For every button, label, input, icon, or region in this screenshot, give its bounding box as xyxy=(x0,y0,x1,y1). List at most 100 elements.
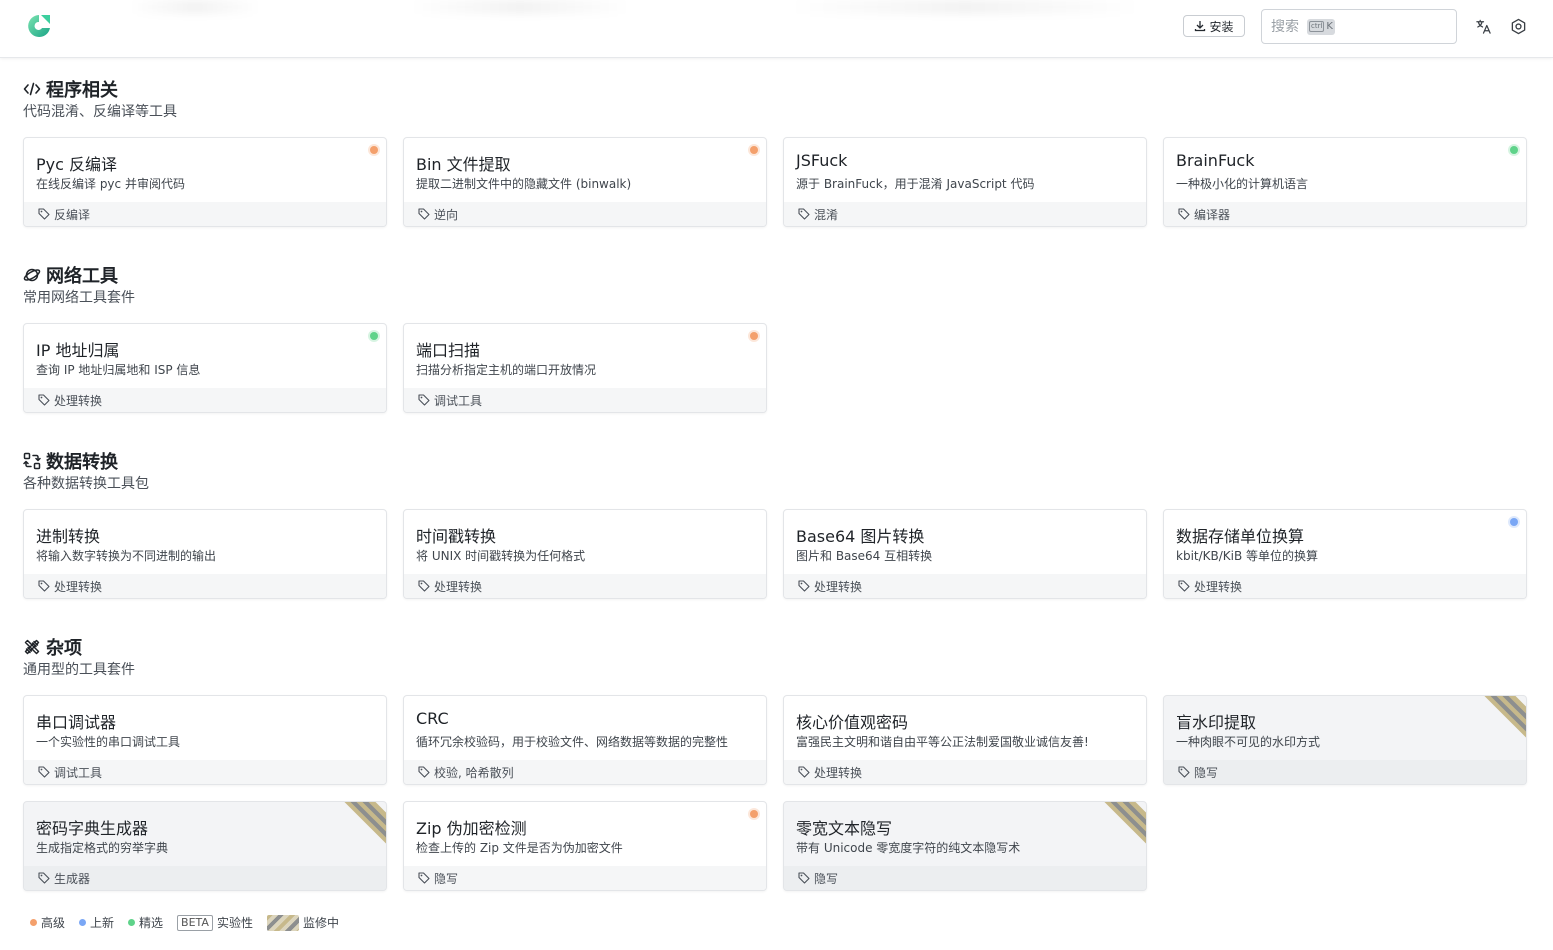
monitoring-stripe xyxy=(344,802,386,844)
nav-placeholder xyxy=(790,0,1140,14)
tag-icon xyxy=(418,394,430,406)
tool-card-crc[interactable]: CRC 循环冗余校验码，用于校验文件、网络数据等数据的完整性 校验, 哈希散列 xyxy=(403,695,767,785)
card-desc: 带有 Unicode 零宽度字符的纯文本隐写术 xyxy=(796,841,1021,855)
tag-icon xyxy=(1178,208,1190,220)
card-title: 密码字典生成器 xyxy=(36,819,149,838)
tool-card-storage-unit[interactable]: 数据存储单位换算 kbit/KB/KiB 等单位的换算 处理转换 xyxy=(1163,509,1527,599)
translate-icon[interactable] xyxy=(1474,17,1492,35)
install-button[interactable]: 安装 xyxy=(1183,15,1245,37)
section-title-misc: 杂项 xyxy=(23,634,82,660)
planet-icon xyxy=(23,268,41,282)
new-dot xyxy=(1510,518,1518,526)
card-tags: 隐写 xyxy=(1164,760,1526,784)
legend-monitoring: 监修中 xyxy=(266,914,339,931)
card-title: 零宽文本隐写 xyxy=(796,819,893,838)
card-desc: 在线反编译 pyc 并审阅代码 xyxy=(36,177,185,191)
monitoring-stripe xyxy=(1104,802,1146,844)
tool-card-blind-watermark[interactable]: 盲水印提取 一种肉眼不可见的水印方式 隐写 xyxy=(1163,695,1527,785)
card-tags: 处理转换 xyxy=(24,574,386,598)
tag-icon xyxy=(798,766,810,778)
download-icon xyxy=(1195,21,1206,32)
card-title: BrainFuck xyxy=(1176,151,1255,170)
card-title: 核心价值观密码 xyxy=(796,713,909,732)
nav-placeholder xyxy=(410,0,630,14)
tag-icon xyxy=(38,872,50,884)
card-title: 串口调试器 xyxy=(36,713,117,732)
tag-icon xyxy=(418,208,430,220)
section-title-program: 程序相关 xyxy=(23,76,118,102)
card-tags: 处理转换 xyxy=(24,388,386,412)
card-desc: kbit/KB/KiB 等单位的换算 xyxy=(1176,549,1319,563)
section-title-network: 网络工具 xyxy=(23,262,118,288)
convert-icon xyxy=(23,452,41,470)
card-tags: 隐写 xyxy=(404,866,766,890)
tool-card-core-values[interactable]: 核心价值观密码 富强民主文明和谐自由平等公正法制爱国敬业诚信友善! 处理转换 xyxy=(783,695,1147,785)
card-tags: 隐写 xyxy=(784,866,1146,890)
card-desc: 富强民主文明和谐自由平等公正法制爱国敬业诚信友善! xyxy=(796,735,1089,749)
legend-advanced: 高级 xyxy=(30,914,65,931)
tag-icon xyxy=(38,394,50,406)
search-shortcut: ctrl K xyxy=(1307,18,1335,35)
search-box[interactable]: ctrl K xyxy=(1261,9,1457,44)
beta-badge: BETA xyxy=(177,914,213,931)
card-title: Base64 图片转换 xyxy=(796,527,925,546)
card-desc: 源于 BrainFuck，用于混淆 JavaScript 代码 xyxy=(796,177,1035,191)
card-title: 时间戳转换 xyxy=(416,527,497,546)
card-desc: 将输入数字转换为不同进制的输出 xyxy=(36,549,217,563)
card-tags: 校验, 哈希散列 xyxy=(404,760,766,784)
featured-dot xyxy=(1510,146,1518,154)
top-header: 安装 ctrl K xyxy=(0,0,1553,58)
advanced-dot xyxy=(370,146,378,154)
tool-card-portscan[interactable]: 端口扫描 扫描分析指定主机的端口开放情况 调试工具 xyxy=(403,323,767,413)
tag-icon xyxy=(1178,766,1190,778)
search-input[interactable] xyxy=(1271,18,1303,35)
tag-icon xyxy=(798,208,810,220)
card-tags: 处理转换 xyxy=(404,574,766,598)
k-key: K xyxy=(1326,21,1333,32)
tool-card-pyc[interactable]: Pyc 反编译 在线反编译 pyc 并审阅代码 反编译 xyxy=(23,137,387,227)
legend-beta: BETA 实验性 xyxy=(177,914,253,931)
tool-card-brainfuck[interactable]: BrainFuck 一种极小化的计算机语言 编译器 xyxy=(1163,137,1527,227)
card-desc: 一个实验性的串口调试工具 xyxy=(36,735,181,749)
tag-icon xyxy=(418,766,430,778)
install-label: 安装 xyxy=(1209,19,1234,34)
tool-card-serial[interactable]: 串口调试器 一个实验性的串口调试工具 调试工具 xyxy=(23,695,387,785)
card-desc: 循环冗余校验码，用于校验文件、网络数据等数据的完整性 xyxy=(416,735,729,749)
tool-card-timestamp[interactable]: 时间戳转换 将 UNIX 时间戳转换为任何格式 处理转换 xyxy=(403,509,767,599)
tool-card-jsfuck[interactable]: JSFuck 源于 BrainFuck，用于混淆 JavaScript 代码 混… xyxy=(783,137,1147,227)
advanced-dot xyxy=(750,146,758,154)
card-tags: 调试工具 xyxy=(24,760,386,784)
card-title: 端口扫描 xyxy=(416,341,481,360)
nav-placeholder xyxy=(130,0,260,14)
section-subtitle: 通用型的工具套件 xyxy=(23,662,135,678)
tag-icon xyxy=(418,580,430,592)
card-title: JSFuck xyxy=(796,151,848,170)
advanced-dot xyxy=(750,810,758,818)
tag-icon xyxy=(1178,580,1190,592)
card-title: Zip 伪加密检测 xyxy=(416,819,527,838)
tool-card-dict-gen[interactable]: 密码字典生成器 生成指定格式的穷举字典 生成器 xyxy=(23,801,387,891)
card-desc: 查询 IP 地址归属地和 ISP 信息 xyxy=(36,363,201,377)
card-tags: 处理转换 xyxy=(1164,574,1526,598)
card-tags: 混淆 xyxy=(784,202,1146,226)
tool-card-ip[interactable]: IP 地址归属 查询 IP 地址归属地和 ISP 信息 处理转换 xyxy=(23,323,387,413)
legend-new: 上新 xyxy=(79,914,114,931)
tool-card-zip-pseudo[interactable]: Zip 伪加密检测 检查上传的 Zip 文件是否为伪加密文件 隐写 xyxy=(403,801,767,891)
code-icon xyxy=(23,82,41,96)
ctrl-key: ctrl xyxy=(1309,21,1325,32)
card-title: Pyc 反编译 xyxy=(36,155,118,174)
card-desc: 图片和 Base64 互相转换 xyxy=(796,549,933,563)
settings-icon[interactable] xyxy=(1509,17,1527,35)
card-title: 盲水印提取 xyxy=(1176,713,1257,732)
tool-card-radix[interactable]: 进制转换 将输入数字转换为不同进制的输出 处理转换 xyxy=(23,509,387,599)
card-desc: 一种极小化的计算机语言 xyxy=(1176,177,1309,191)
card-desc: 将 UNIX 时间戳转换为任何格式 xyxy=(416,549,586,563)
tool-card-base64-image[interactable]: Base64 图片转换 图片和 Base64 互相转换 处理转换 xyxy=(783,509,1147,599)
section-title-data: 数据转换 xyxy=(23,448,118,474)
tool-card-bin[interactable]: Bin 文件提取 提取二进制文件中的隐藏文件 (binwalk) 逆向 xyxy=(403,137,767,227)
card-tags: 逆向 xyxy=(404,202,766,226)
card-tags: 处理转换 xyxy=(784,574,1146,598)
legend-featured: 精选 xyxy=(128,914,163,931)
tool-card-zero-width[interactable]: 零宽文本隐写 带有 Unicode 零宽度字符的纯文本隐写术 隐写 xyxy=(783,801,1147,891)
logo-icon[interactable] xyxy=(26,13,52,39)
